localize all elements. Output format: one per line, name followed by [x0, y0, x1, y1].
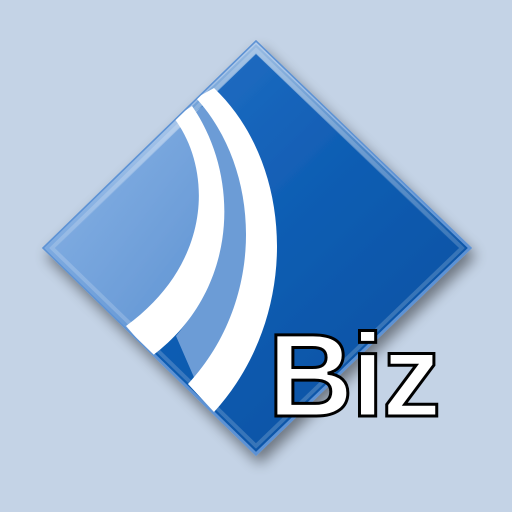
biz-wordmark: Biz	[268, 310, 439, 442]
app-icon: Biz	[41, 39, 473, 457]
